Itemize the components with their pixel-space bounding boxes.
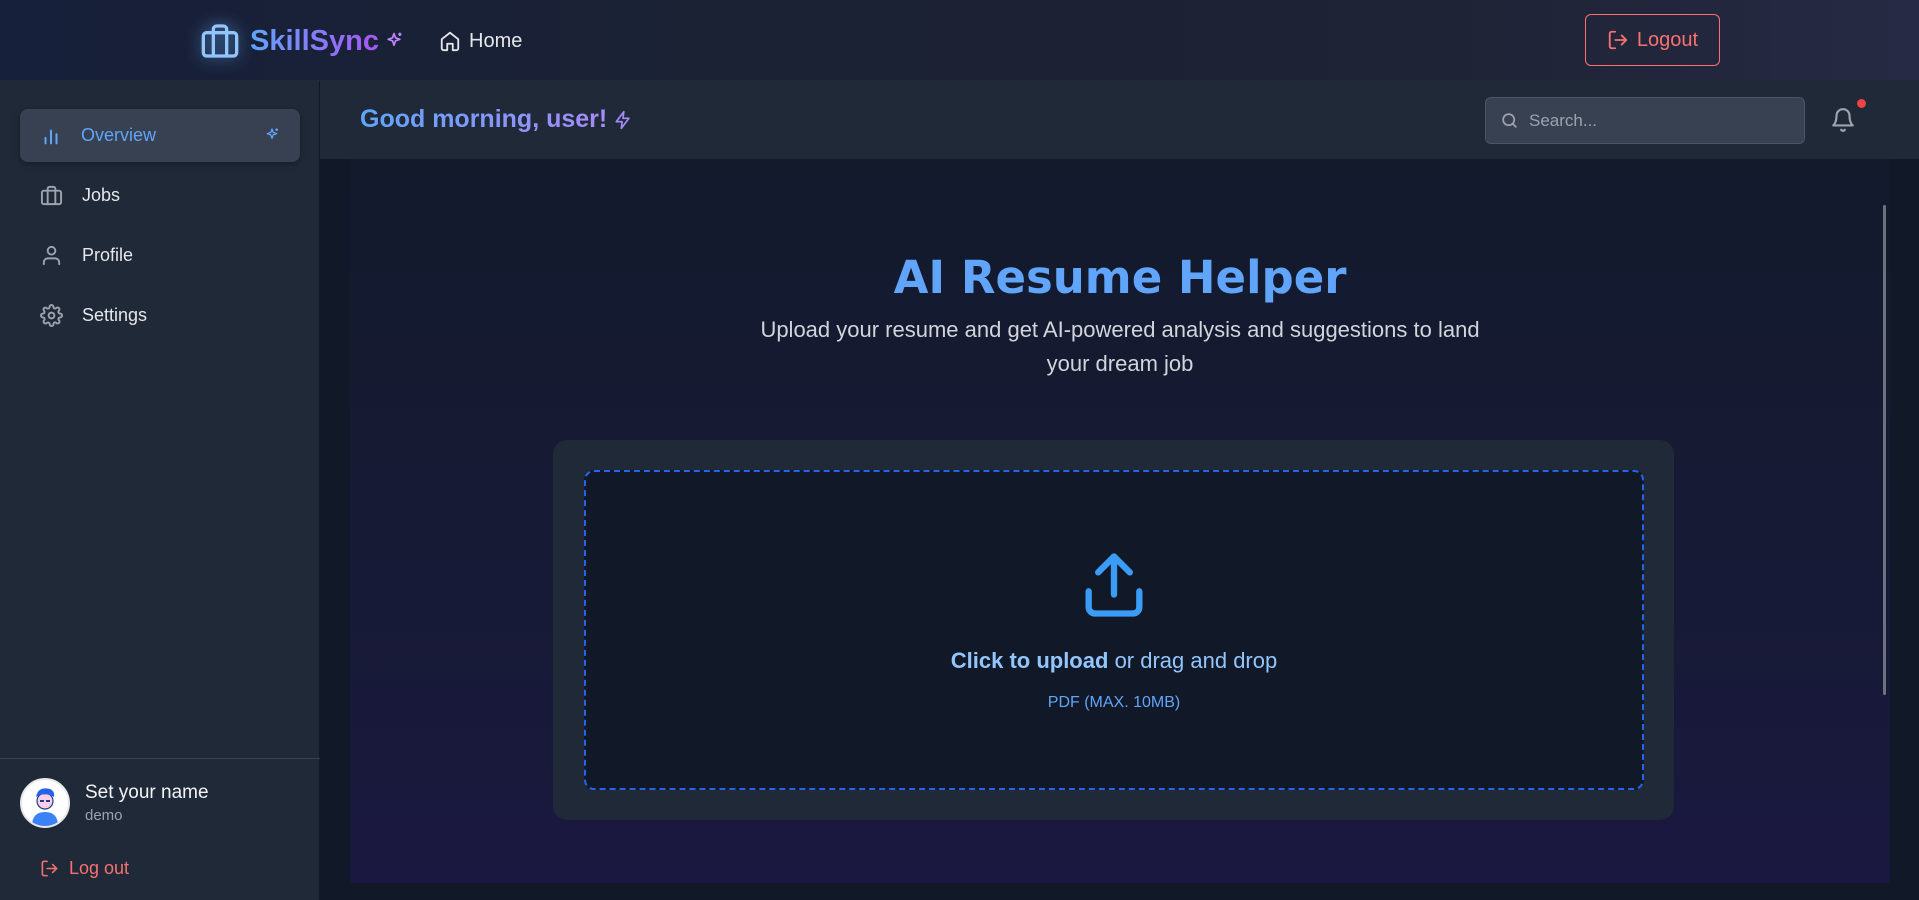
- upload-instruction: Click to upload or drag and drop: [586, 648, 1642, 674]
- page-title: AI Resume Helper: [893, 251, 1347, 304]
- bell-icon[interactable]: [1830, 107, 1856, 133]
- sidebar-item-settings[interactable]: Settings: [20, 289, 300, 342]
- upload-icon: [1085, 553, 1143, 617]
- brand[interactable]: SkillSync: [200, 19, 404, 63]
- notification-dot: [1857, 99, 1866, 108]
- brand-name: SkillSync: [250, 24, 379, 57]
- click-to-upload-link[interactable]: Click to upload: [951, 648, 1109, 673]
- sidebar-item-jobs[interactable]: Jobs: [20, 169, 300, 222]
- home-link[interactable]: Home: [439, 26, 522, 56]
- lightning-icon: [615, 110, 630, 129]
- logout-button[interactable]: Logout: [1585, 14, 1720, 66]
- briefcase-icon: [201, 24, 239, 58]
- briefcase-icon: [40, 185, 63, 206]
- content-panel: AI Resume Helper Upload your resume and …: [350, 159, 1890, 883]
- avatar-illustration: [22, 780, 68, 826]
- sidebar-divider: [0, 758, 320, 759]
- page-subtitle: Upload your resume and get AI-powered an…: [760, 317, 1480, 376]
- search-box: [1485, 97, 1805, 144]
- scrollbar[interactable]: [1883, 205, 1886, 695]
- sidebar-item-label: Settings: [82, 305, 148, 325]
- sidebar-item-overview[interactable]: Overview: [20, 109, 300, 162]
- bar-chart-icon: [44, 128, 58, 144]
- upload-hint: PDF (MAX. 10MB): [1047, 694, 1181, 711]
- gear-icon: [40, 304, 63, 327]
- user-icon: [42, 245, 61, 266]
- top-navbar: SkillSync Home Logout: [0, 0, 1919, 81]
- sidebar-logout-link[interactable]: Log out: [40, 858, 129, 879]
- user-subtitle: demo: [85, 807, 123, 824]
- greeting: Good morning, user!: [360, 105, 633, 134]
- user-card[interactable]: Set your name demo: [20, 778, 209, 828]
- sidebar-item-label: Profile: [82, 245, 134, 265]
- sidebar-item-profile[interactable]: Profile: [20, 229, 300, 282]
- greeting-text: Good morning, user!: [360, 105, 608, 133]
- page-header: Good morning, user!: [320, 81, 1919, 159]
- drag-drop-text: or drag and drop: [1114, 648, 1278, 673]
- sidebar: Overview Jobs Profile Settings Set your …: [0, 81, 320, 900]
- home-link-label: Home: [469, 29, 523, 52]
- logout-button-label: Logout: [1636, 28, 1699, 51]
- search-input[interactable]: [1529, 110, 1789, 131]
- search-icon: [1502, 113, 1517, 128]
- home-icon: [440, 31, 460, 52]
- sparkle-icon: [387, 32, 402, 47]
- sidebar-item-label: Jobs: [82, 185, 121, 205]
- avatar[interactable]: [20, 778, 70, 828]
- sidebar-logout-label: Log out: [69, 858, 130, 878]
- user-name: Set your name: [85, 782, 209, 803]
- logout-icon: [41, 860, 58, 877]
- sparkle-icon: [266, 128, 278, 139]
- upload-card: Click to upload or drag and drop PDF (MA…: [553, 440, 1674, 820]
- logout-icon: [1608, 30, 1628, 50]
- upload-dropzone[interactable]: Click to upload or drag and drop PDF (MA…: [584, 470, 1644, 790]
- sidebar-item-label: Overview: [81, 125, 157, 145]
- main-content: AI Resume Helper Upload your resume and …: [320, 159, 1919, 900]
